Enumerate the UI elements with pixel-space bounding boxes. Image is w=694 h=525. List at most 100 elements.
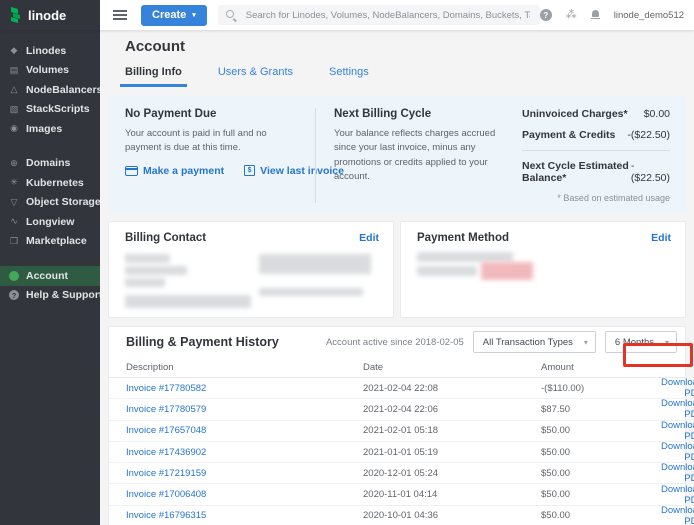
stackscripts-icon: ▧ bbox=[8, 105, 20, 114]
redacted-card-brand-logo bbox=[481, 262, 533, 280]
download-pdf-link[interactable]: Download PDF bbox=[661, 377, 694, 399]
table-row: Invoice #177805792021-02-04 22:06$87.50D… bbox=[109, 399, 685, 420]
help-icon: ? bbox=[9, 290, 19, 300]
column-header-date: Date bbox=[363, 362, 541, 373]
sidebar-item-label: Linodes bbox=[26, 45, 66, 57]
create-button-label: Create bbox=[152, 9, 186, 21]
pulse-icon: ∿ bbox=[8, 217, 20, 226]
sidebar-item-linodes[interactable]: ◆ Linodes bbox=[0, 41, 100, 61]
table-body: Invoice #17780582 2021-02-04 22:08-($110.… bbox=[109, 378, 685, 525]
redacted-contact-email bbox=[259, 288, 363, 296]
billing-contact-edit-link[interactable]: Edit bbox=[359, 232, 379, 244]
sidebar-item-stackscripts[interactable]: ▧StackScripts bbox=[0, 100, 100, 120]
sidebar-item-nodebalancers[interactable]: △NodeBalancers bbox=[0, 80, 100, 100]
cube-icon: ◆ bbox=[8, 46, 20, 55]
estimated-balance-value: -($22.50) bbox=[631, 160, 670, 184]
date-range-select[interactable]: 6 Months ▾ bbox=[605, 331, 677, 353]
sidebar-item-label: Longview bbox=[26, 216, 74, 228]
invoice-date: 2020-12-01 05:24 bbox=[363, 468, 541, 479]
sidebar-item-label: Kubernetes bbox=[26, 177, 84, 189]
notifications-bell-icon[interactable] bbox=[591, 10, 600, 20]
next-billing-cycle-section: Next Billing Cycle Your balance reflects… bbox=[334, 108, 506, 203]
username-label[interactable]: linode_demo512 bbox=[614, 10, 684, 21]
invoice-link[interactable]: Invoice #17780579 bbox=[126, 404, 206, 415]
download-pdf-link[interactable]: Download PDF bbox=[661, 441, 694, 463]
logo-text: linode bbox=[28, 8, 66, 23]
invoice-date: 2021-02-04 22:08 bbox=[363, 383, 541, 394]
invoice-amount: -($110.00) bbox=[541, 383, 661, 394]
payment-credits-value: -($22.50) bbox=[627, 129, 670, 141]
download-pdf-link[interactable]: Download PDF bbox=[661, 505, 694, 525]
redacted-contact-address bbox=[125, 295, 251, 308]
invoice-link[interactable]: Invoice #17657048 bbox=[126, 425, 206, 436]
estimated-usage-footnote: * Based on estimated usage bbox=[522, 193, 670, 203]
figures-divider bbox=[522, 150, 670, 151]
sidebar-item-domains[interactable]: ⊕Domains bbox=[0, 154, 100, 174]
main-content: Account Billing Info Users & Grants Settin… bbox=[100, 30, 694, 525]
invoice-link[interactable]: Invoice #16796315 bbox=[126, 510, 206, 521]
chevron-down-icon: ▾ bbox=[192, 11, 196, 19]
sidebar-item-object-storage[interactable]: ▽Object Storage bbox=[0, 193, 100, 213]
sidebar-item-volumes[interactable]: ▤Volumes bbox=[0, 61, 100, 81]
menu-toggle-icon[interactable] bbox=[113, 14, 127, 16]
invoice-amount: $50.00 bbox=[541, 447, 661, 458]
sidebar-item-longview[interactable]: ∿ Longview bbox=[0, 212, 100, 232]
download-pdf-link[interactable]: Download PDF bbox=[661, 484, 694, 506]
tab-settings[interactable]: Settings bbox=[324, 66, 374, 87]
sidebar-item-kubernetes[interactable]: ✳ Kubernetes bbox=[0, 173, 100, 193]
table-row: Invoice #172191592020-12-01 05:24$50.00D… bbox=[109, 463, 685, 484]
redacted-contact-line bbox=[125, 278, 165, 287]
sidebar-item-help-support[interactable]: ?Help & Support bbox=[0, 286, 100, 306]
view-last-invoice-link[interactable]: $ View last invoice bbox=[244, 165, 344, 177]
invoice-link[interactable]: Invoice #17006408 bbox=[126, 489, 206, 500]
transaction-type-select[interactable]: All Transaction Types ▾ bbox=[473, 331, 596, 353]
no-payment-due-section: No Payment Due Your account is paid in f… bbox=[125, 108, 305, 203]
invoice-date: 2020-11-01 04:14 bbox=[363, 489, 541, 500]
download-pdf-link[interactable]: Download PDF bbox=[661, 462, 694, 484]
invoice-link[interactable]: Invoice #17780582 bbox=[126, 383, 206, 394]
create-button[interactable]: Create ▾ bbox=[141, 5, 207, 26]
billing-summary-panel: No Payment Due Your account is paid in f… bbox=[108, 95, 686, 213]
table-row: Invoice #174369022021-01-01 05:19$50.00D… bbox=[109, 442, 685, 463]
topbar: linode Create ▾ ? ⁂ linode_demo512 ▾ bbox=[0, 0, 694, 30]
linode-logo-icon bbox=[9, 7, 23, 23]
invoice-amount: $50.00 bbox=[541, 425, 661, 436]
sidebar-item-label: Object Storage bbox=[26, 196, 101, 208]
sidebar-item-account[interactable]: Account bbox=[0, 266, 100, 286]
table-row: Invoice #176570482021-02-01 05:18$50.00D… bbox=[109, 421, 685, 442]
sidebar-item-images[interactable]: ◉Images bbox=[0, 119, 100, 139]
redacted-card-number bbox=[417, 252, 513, 262]
search-bar[interactable] bbox=[218, 5, 540, 25]
account-active-since-label: Account active since 2018-02-05 bbox=[326, 337, 464, 348]
search-input[interactable] bbox=[244, 9, 532, 22]
next-billing-cycle-title: Next Billing Cycle bbox=[334, 108, 506, 120]
globe-icon: ⊕ bbox=[8, 159, 20, 168]
payment-method-title: Payment Method bbox=[417, 232, 509, 244]
uninvoiced-charges-label: Uninvoiced Charges* bbox=[522, 108, 628, 120]
linode-logo[interactable]: linode bbox=[0, 0, 100, 30]
sidebar-item-label: NodeBalancers bbox=[26, 84, 102, 96]
page-title: Account bbox=[125, 38, 686, 55]
next-billing-cycle-text: Your balance reflects charges accrued si… bbox=[334, 127, 506, 184]
invoice-link[interactable]: Invoice #17436902 bbox=[126, 447, 206, 458]
table-row: Invoice #170064082020-11-01 04:14$50.00D… bbox=[109, 484, 685, 505]
payment-method-edit-link[interactable]: Edit bbox=[651, 232, 671, 244]
download-pdf-link[interactable]: Download PDF bbox=[661, 420, 694, 442]
invoice-amount: $87.50 bbox=[541, 404, 661, 415]
help-icon[interactable]: ? bbox=[540, 9, 552, 21]
marketplace-icon: ❒ bbox=[8, 237, 20, 246]
sidebar-item-marketplace[interactable]: ❒Marketplace bbox=[0, 232, 100, 252]
community-icon[interactable]: ⁂ bbox=[566, 10, 577, 21]
images-icon: ◉ bbox=[8, 124, 20, 133]
tab-billing-info[interactable]: Billing Info bbox=[120, 66, 187, 87]
tab-users-grants[interactable]: Users & Grants bbox=[213, 66, 298, 87]
invoice-date: 2020-10-01 04:36 bbox=[363, 510, 541, 521]
volumes-icon: ▤ bbox=[8, 66, 20, 75]
invoice-link[interactable]: Invoice #17219159 bbox=[126, 468, 206, 479]
download-pdf-link[interactable]: Download PDF bbox=[661, 398, 694, 420]
redacted-contact-line bbox=[125, 266, 187, 275]
make-payment-link[interactable]: Make a payment bbox=[125, 165, 224, 177]
no-payment-due-text: Your account is paid in full and no paym… bbox=[125, 127, 305, 156]
kubernetes-icon: ✳ bbox=[8, 178, 20, 187]
column-header-description: Description bbox=[126, 362, 363, 373]
